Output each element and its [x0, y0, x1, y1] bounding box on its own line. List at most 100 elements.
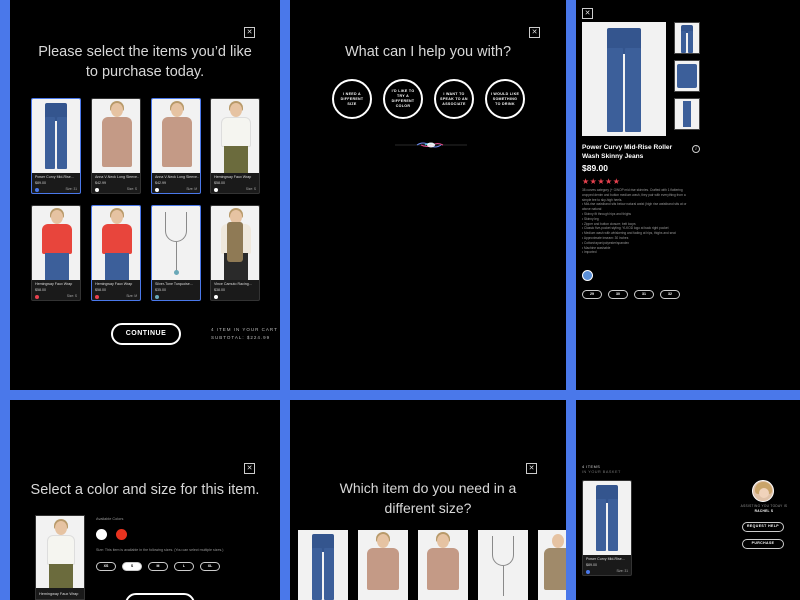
- product-name: Hemingway Faux Wrap: [214, 175, 252, 179]
- product-name: Anna V-Neck Long Sleeve...: [155, 175, 199, 179]
- close-icon[interactable]: ✕: [529, 27, 540, 38]
- product-image: [211, 206, 259, 280]
- thumbnail-1[interactable]: [674, 22, 700, 54]
- product-image: [152, 99, 200, 173]
- product-size: Size: M: [126, 294, 137, 298]
- size-option[interactable]: L: [174, 562, 194, 571]
- close-icon[interactable]: ✕: [244, 463, 255, 474]
- color-dot: [95, 295, 99, 299]
- color-size-panel: ✕ Select a color and size for this item.…: [10, 400, 280, 600]
- color-dot: [155, 188, 159, 192]
- product-price: $42.99: [95, 181, 106, 185]
- item-jeans[interactable]: [298, 530, 348, 600]
- info-icon[interactable]: i: [692, 145, 700, 153]
- basket-panel: 4 ITEMS IN YOUR BASKET Power Curvy Mid-R…: [576, 400, 800, 600]
- option-different-color[interactable]: I'D LIKE TO TRY A DIFFERENT COLOR: [383, 79, 423, 119]
- product-image: [211, 99, 259, 173]
- product-description: 38 curves category (+ GWOP mid rise skin…: [582, 188, 702, 255]
- thumbnail-2[interactable]: [674, 60, 700, 92]
- product-card[interactable]: Anna V-Neck Long Sleeve... $42.99 Size: M: [151, 98, 201, 194]
- color-dot: [155, 295, 159, 299]
- product-size: Size: 31: [65, 187, 77, 191]
- color-dot: [214, 188, 218, 192]
- color-swatch[interactable]: [96, 529, 107, 540]
- purchase-button[interactable]: PURCHASE: [742, 539, 784, 549]
- color-dot: [35, 188, 39, 192]
- product-detail-panel: ✕ Power Curvy Mid-Rise Roller Wash Skinn…: [576, 0, 800, 390]
- product-size: Size: M: [186, 187, 197, 191]
- product-card[interactable]: Hemingway Faux Wrap $58.00 Size: M: [91, 205, 141, 301]
- description-line: • Imported: [582, 250, 597, 255]
- product-price: $35.00: [155, 288, 166, 292]
- product-card[interactable]: Hemingway Faux Wrap $58.00 Size: S: [31, 205, 81, 301]
- product-name: Power Curvy Mid-Rise Roller Wash Skinny …: [582, 144, 673, 160]
- item-vneck-1[interactable]: [358, 530, 408, 600]
- help-panel: ✕ What can I help you with? I NEED A DIF…: [290, 0, 566, 390]
- product-size: Size: S: [245, 187, 256, 191]
- size-option[interactable]: XS: [96, 562, 116, 571]
- size-option[interactable]: 30: [608, 290, 628, 299]
- thumbnail-3[interactable]: [674, 98, 700, 130]
- close-icon[interactable]: ✕: [526, 463, 537, 474]
- product-card[interactable]: Silver-Tone Turquoise... $35.00: [151, 205, 201, 301]
- item-scarf[interactable]: [538, 530, 566, 600]
- selected-item-card: Hemingway Faux Wrap: [35, 515, 85, 600]
- size-option[interactable]: S: [122, 562, 142, 571]
- product-price: $58.00: [35, 288, 46, 292]
- product-card[interactable]: Hemingway Faux Wrap $58.00 Size: S: [210, 98, 260, 194]
- page-title: Which item do you need in a different si…: [339, 480, 517, 516]
- avatar: [752, 480, 774, 502]
- page-title: What can I help you with?: [344, 44, 512, 60]
- voice-waveform-icon: [395, 142, 467, 148]
- color-swatch[interactable]: [582, 270, 593, 281]
- product-image: [92, 206, 140, 280]
- size-item-panel: ✕ Which item do you need in a different …: [290, 400, 566, 600]
- product-card[interactable]: Anna V-Neck Long Sleeve... $42.99 Size: S: [91, 98, 141, 194]
- product-name: Anna V-Neck Long Sleeve...: [95, 175, 139, 179]
- product-price: $58.00: [214, 181, 225, 185]
- size-option[interactable]: 29: [582, 290, 602, 299]
- product-image: [152, 206, 200, 280]
- basket-item-card[interactable]: Power Curvy Mid-Rise... $89.00 Size: 31: [582, 480, 632, 576]
- color-swatch[interactable]: [116, 529, 127, 540]
- size-option[interactable]: 31: [634, 290, 654, 299]
- color-dot: [35, 295, 39, 299]
- product-main-image: [582, 22, 666, 136]
- jeans-image: [607, 28, 641, 132]
- continue-button[interactable]: [125, 593, 195, 600]
- option-different-size[interactable]: I NEED A DIFFERENT SIZE: [332, 79, 372, 119]
- product-card[interactable]: Power Curvy Mid-Rise... $89.00 Size: 31: [31, 98, 81, 194]
- size-option[interactable]: 32: [660, 290, 680, 299]
- rating-stars: ★★★★★: [582, 177, 621, 186]
- request-help-button[interactable]: REQUEST HELP: [742, 522, 784, 532]
- size-option[interactable]: M: [148, 562, 168, 571]
- product-name: Hemingway Faux Wrap: [95, 282, 133, 286]
- item-name: Hemingway Faux Wrap: [39, 592, 79, 596]
- close-icon[interactable]: ✕: [582, 8, 593, 19]
- page-title: Select a color and size for this item.: [30, 482, 260, 498]
- item-vneck-2[interactable]: [418, 530, 468, 600]
- item-necklace[interactable]: [478, 530, 528, 600]
- option-drink[interactable]: I WOULD LIKE SOMETHING TO DRINK: [485, 79, 525, 119]
- wrap-top-image: [36, 516, 84, 588]
- product-name: Silver-Tone Turquoise...: [155, 282, 193, 286]
- close-icon[interactable]: ✕: [244, 27, 255, 38]
- description-line: cropped denim and button medium wash, th…: [582, 192, 686, 197]
- available-colors-label: Available Colors: [96, 517, 124, 521]
- product-price: $89.00: [35, 181, 46, 185]
- basket-count: 4 ITEMS IN YOUR BASKET: [582, 465, 621, 474]
- assistant-info: ASSISTING YOU TODAY IS RACHEL S: [740, 504, 788, 513]
- size-option[interactable]: XL: [200, 562, 220, 571]
- product-size: Size: S: [66, 294, 77, 298]
- product-card[interactable]: Vince Camuto Racing... $38.00: [210, 205, 260, 301]
- product-price: $89.00: [582, 163, 608, 173]
- product-name: Hemingway Faux Wrap: [35, 282, 73, 286]
- continue-button[interactable]: CONTINUE: [111, 323, 181, 345]
- item-selection-panel: ✕ Please select the items you’d like to …: [10, 0, 280, 390]
- product-name: Power Curvy Mid-Rise...: [35, 175, 74, 179]
- product-image: [92, 99, 140, 173]
- option-speak-associate[interactable]: I WANT TO SPEAK TO AN ASSOCIATE: [434, 79, 474, 119]
- product-image: [32, 206, 80, 280]
- product-name: Vince Camuto Racing...: [214, 282, 252, 286]
- product-price: $38.00: [214, 288, 225, 292]
